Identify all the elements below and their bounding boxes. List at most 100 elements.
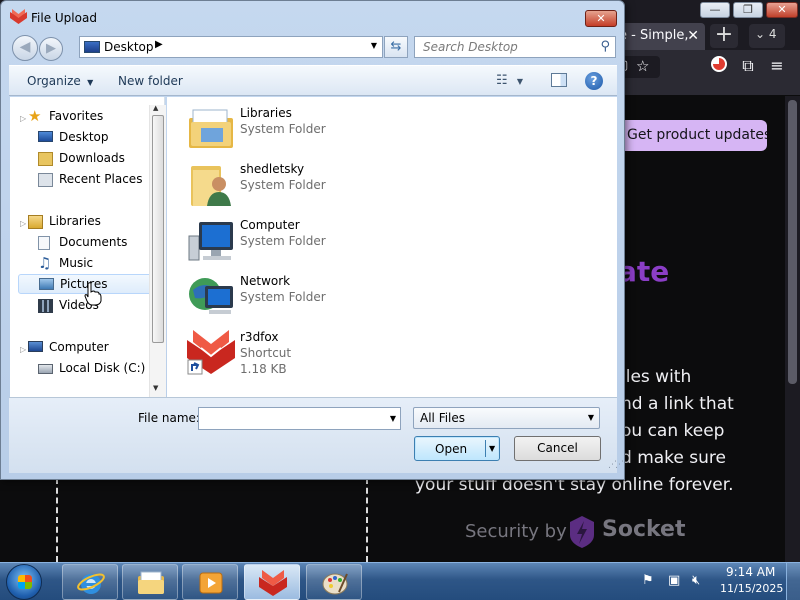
browser-tab-title: e - Simple,: [619, 28, 689, 43]
help-button[interactable]: ?: [585, 72, 603, 90]
file-name: Libraries: [240, 106, 292, 120]
file-item-shedletsky[interactable]: shedletsky System Folder: [187, 160, 487, 210]
extensions-puzzle-icon[interactable]: ⧉: [737, 55, 759, 77]
windows-logo-icon: [18, 575, 32, 589]
taskbar-internet-explorer[interactable]: [62, 564, 118, 600]
expand-libraries-icon[interactable]: ▷: [20, 219, 26, 228]
refresh-button[interactable]: ⇆: [384, 36, 408, 58]
file-name: Computer: [240, 218, 300, 232]
file-type-select[interactable]: All Files ▼: [413, 407, 600, 429]
new-tab-button[interactable]: +: [710, 24, 738, 48]
hard-drive-icon: [38, 364, 53, 374]
scroll-up-arrow-icon[interactable]: ▲: [153, 104, 158, 112]
dialog-close-button[interactable]: ✕: [585, 10, 617, 27]
expand-computer-icon[interactable]: ▷: [20, 345, 26, 354]
extension-status-icon[interactable]: [711, 56, 727, 72]
navigation-pane: ▷ ★ Favorites Desktop Downloads Recent P…: [10, 97, 165, 397]
computer-icon: [188, 222, 233, 261]
navigation-scrollbar-thumb[interactable]: [152, 115, 164, 343]
address-crumb-desktop[interactable]: Desktop: [104, 40, 154, 54]
internet-explorer-icon: [77, 573, 105, 594]
file-name-input[interactable]: [199, 408, 383, 429]
file-type-selected: All Files: [420, 411, 466, 425]
file-type: System Folder: [240, 290, 326, 304]
search-icon[interactable]: ⚲: [600, 39, 610, 54]
search-box[interactable]: ⚲: [414, 36, 616, 58]
preview-pane-button[interactable]: [551, 73, 567, 87]
clock-time[interactable]: 9:14 AM: [726, 565, 775, 579]
file-type: Shortcut: [240, 346, 292, 360]
r3dfox-icon: [259, 570, 287, 596]
taskbar-paint[interactable]: [306, 564, 362, 600]
documents-icon: [38, 236, 50, 250]
hero-heading: ate: [618, 255, 670, 288]
chevron-down-icon: ▼: [84, 78, 94, 87]
back-arrow-icon: ◀: [19, 39, 31, 55]
media-player-icon: [199, 572, 223, 594]
show-desktop-button[interactable]: [786, 563, 800, 600]
network-status-icon[interactable]: ▣: [668, 573, 680, 588]
resize-grip-icon[interactable]: ⋰⋰: [608, 460, 624, 470]
hero-text-line: nd a link that: [621, 394, 734, 414]
start-button[interactable]: [6, 564, 42, 600]
file-item-computer[interactable]: Computer System Folder: [187, 216, 487, 266]
back-button[interactable]: ◀: [12, 35, 38, 61]
list-tabs-button[interactable]: ⌄ 4: [749, 24, 785, 48]
command-bar: Organize ▼ New folder ☷ ▼ ?: [9, 65, 617, 96]
libraries-icon: [28, 215, 43, 229]
open-split-divider: [485, 440, 486, 457]
pictures-icon: [39, 278, 54, 290]
browser-close-button[interactable]: ✕: [766, 2, 798, 18]
file-upload-dialog: File Upload ✕ ◀ ▶ Desktop ▶ ▼ ⇆ ⚲ Organi…: [0, 0, 625, 480]
scroll-down-arrow-icon[interactable]: ▼: [153, 384, 158, 392]
close-tab-icon[interactable]: ✕: [687, 28, 699, 44]
hand-cursor-icon: [84, 282, 102, 306]
chevron-down-icon: ▼: [587, 413, 594, 422]
taskbar-r3dfox[interactable]: [244, 564, 300, 600]
forward-arrow-icon: ▶: [46, 41, 56, 56]
search-input[interactable]: [415, 37, 595, 57]
expand-favorites-icon[interactable]: ▷: [20, 114, 26, 123]
cancel-button[interactable]: Cancel: [514, 436, 601, 461]
organize-button[interactable]: Organize ▼: [27, 74, 93, 88]
upload-dropzone[interactable]: [56, 478, 368, 562]
open-button[interactable]: Open ▼: [414, 436, 500, 461]
address-bar[interactable]: Desktop ▶ ▼: [79, 36, 383, 58]
file-item-r3dfox[interactable]: r3dfox Shortcut 1.18 KB: [187, 328, 487, 384]
taskbar-windows-explorer[interactable]: [122, 564, 178, 600]
forward-button[interactable]: ▶: [39, 37, 63, 61]
open-options-dropdown-icon[interactable]: ▼: [489, 444, 495, 453]
open-label: Open: [435, 442, 468, 456]
hero-text-line: ou can keep: [621, 421, 725, 441]
hamburger-menu-icon[interactable]: ≡: [766, 55, 788, 77]
change-view-button[interactable]: ☷ ▼: [496, 73, 532, 90]
file-type: System Folder: [240, 122, 326, 136]
new-folder-button[interactable]: New folder: [118, 74, 183, 88]
file-name-history-dropdown-icon[interactable]: ▼: [390, 414, 396, 423]
clock-date[interactable]: 11/15/2025: [720, 582, 783, 595]
views-icon: ☷: [496, 73, 508, 88]
volume-muted-icon[interactable]: 🔇︎: [692, 573, 700, 588]
file-name: r3dfox: [240, 330, 279, 344]
file-item-network[interactable]: Network System Folder: [187, 272, 487, 322]
r3dfox-app-icon: [10, 9, 27, 24]
security-by-label: Security by: [465, 521, 567, 542]
address-dropdown-icon[interactable]: ▼: [371, 41, 377, 50]
file-item-libraries[interactable]: Libraries System Folder: [187, 104, 487, 154]
paint-palette-icon: [322, 573, 348, 595]
file-name-field[interactable]: ▼: [198, 407, 401, 430]
action-center-flag-icon[interactable]: ⚑: [642, 573, 654, 588]
get-product-updates-button[interactable]: Get product updates: [614, 120, 767, 151]
browser-maximize-button[interactable]: ❐: [733, 2, 763, 18]
file-size: 1.18 KB: [240, 362, 287, 376]
page-scrollbar-thumb[interactable]: [788, 100, 797, 384]
user-folder-icon: [191, 166, 231, 206]
dialog-title: File Upload: [31, 11, 97, 25]
bookmark-star-icon[interactable]: ☆: [636, 57, 649, 75]
breadcrumb-chevron-icon[interactable]: ▶: [155, 39, 163, 50]
star-icon: ★: [28, 107, 42, 125]
taskbar-media-player[interactable]: [182, 564, 238, 600]
tab-count: 4: [768, 27, 777, 41]
organize-label: Organize: [27, 74, 81, 88]
browser-minimize-button[interactable]: —: [700, 2, 730, 18]
